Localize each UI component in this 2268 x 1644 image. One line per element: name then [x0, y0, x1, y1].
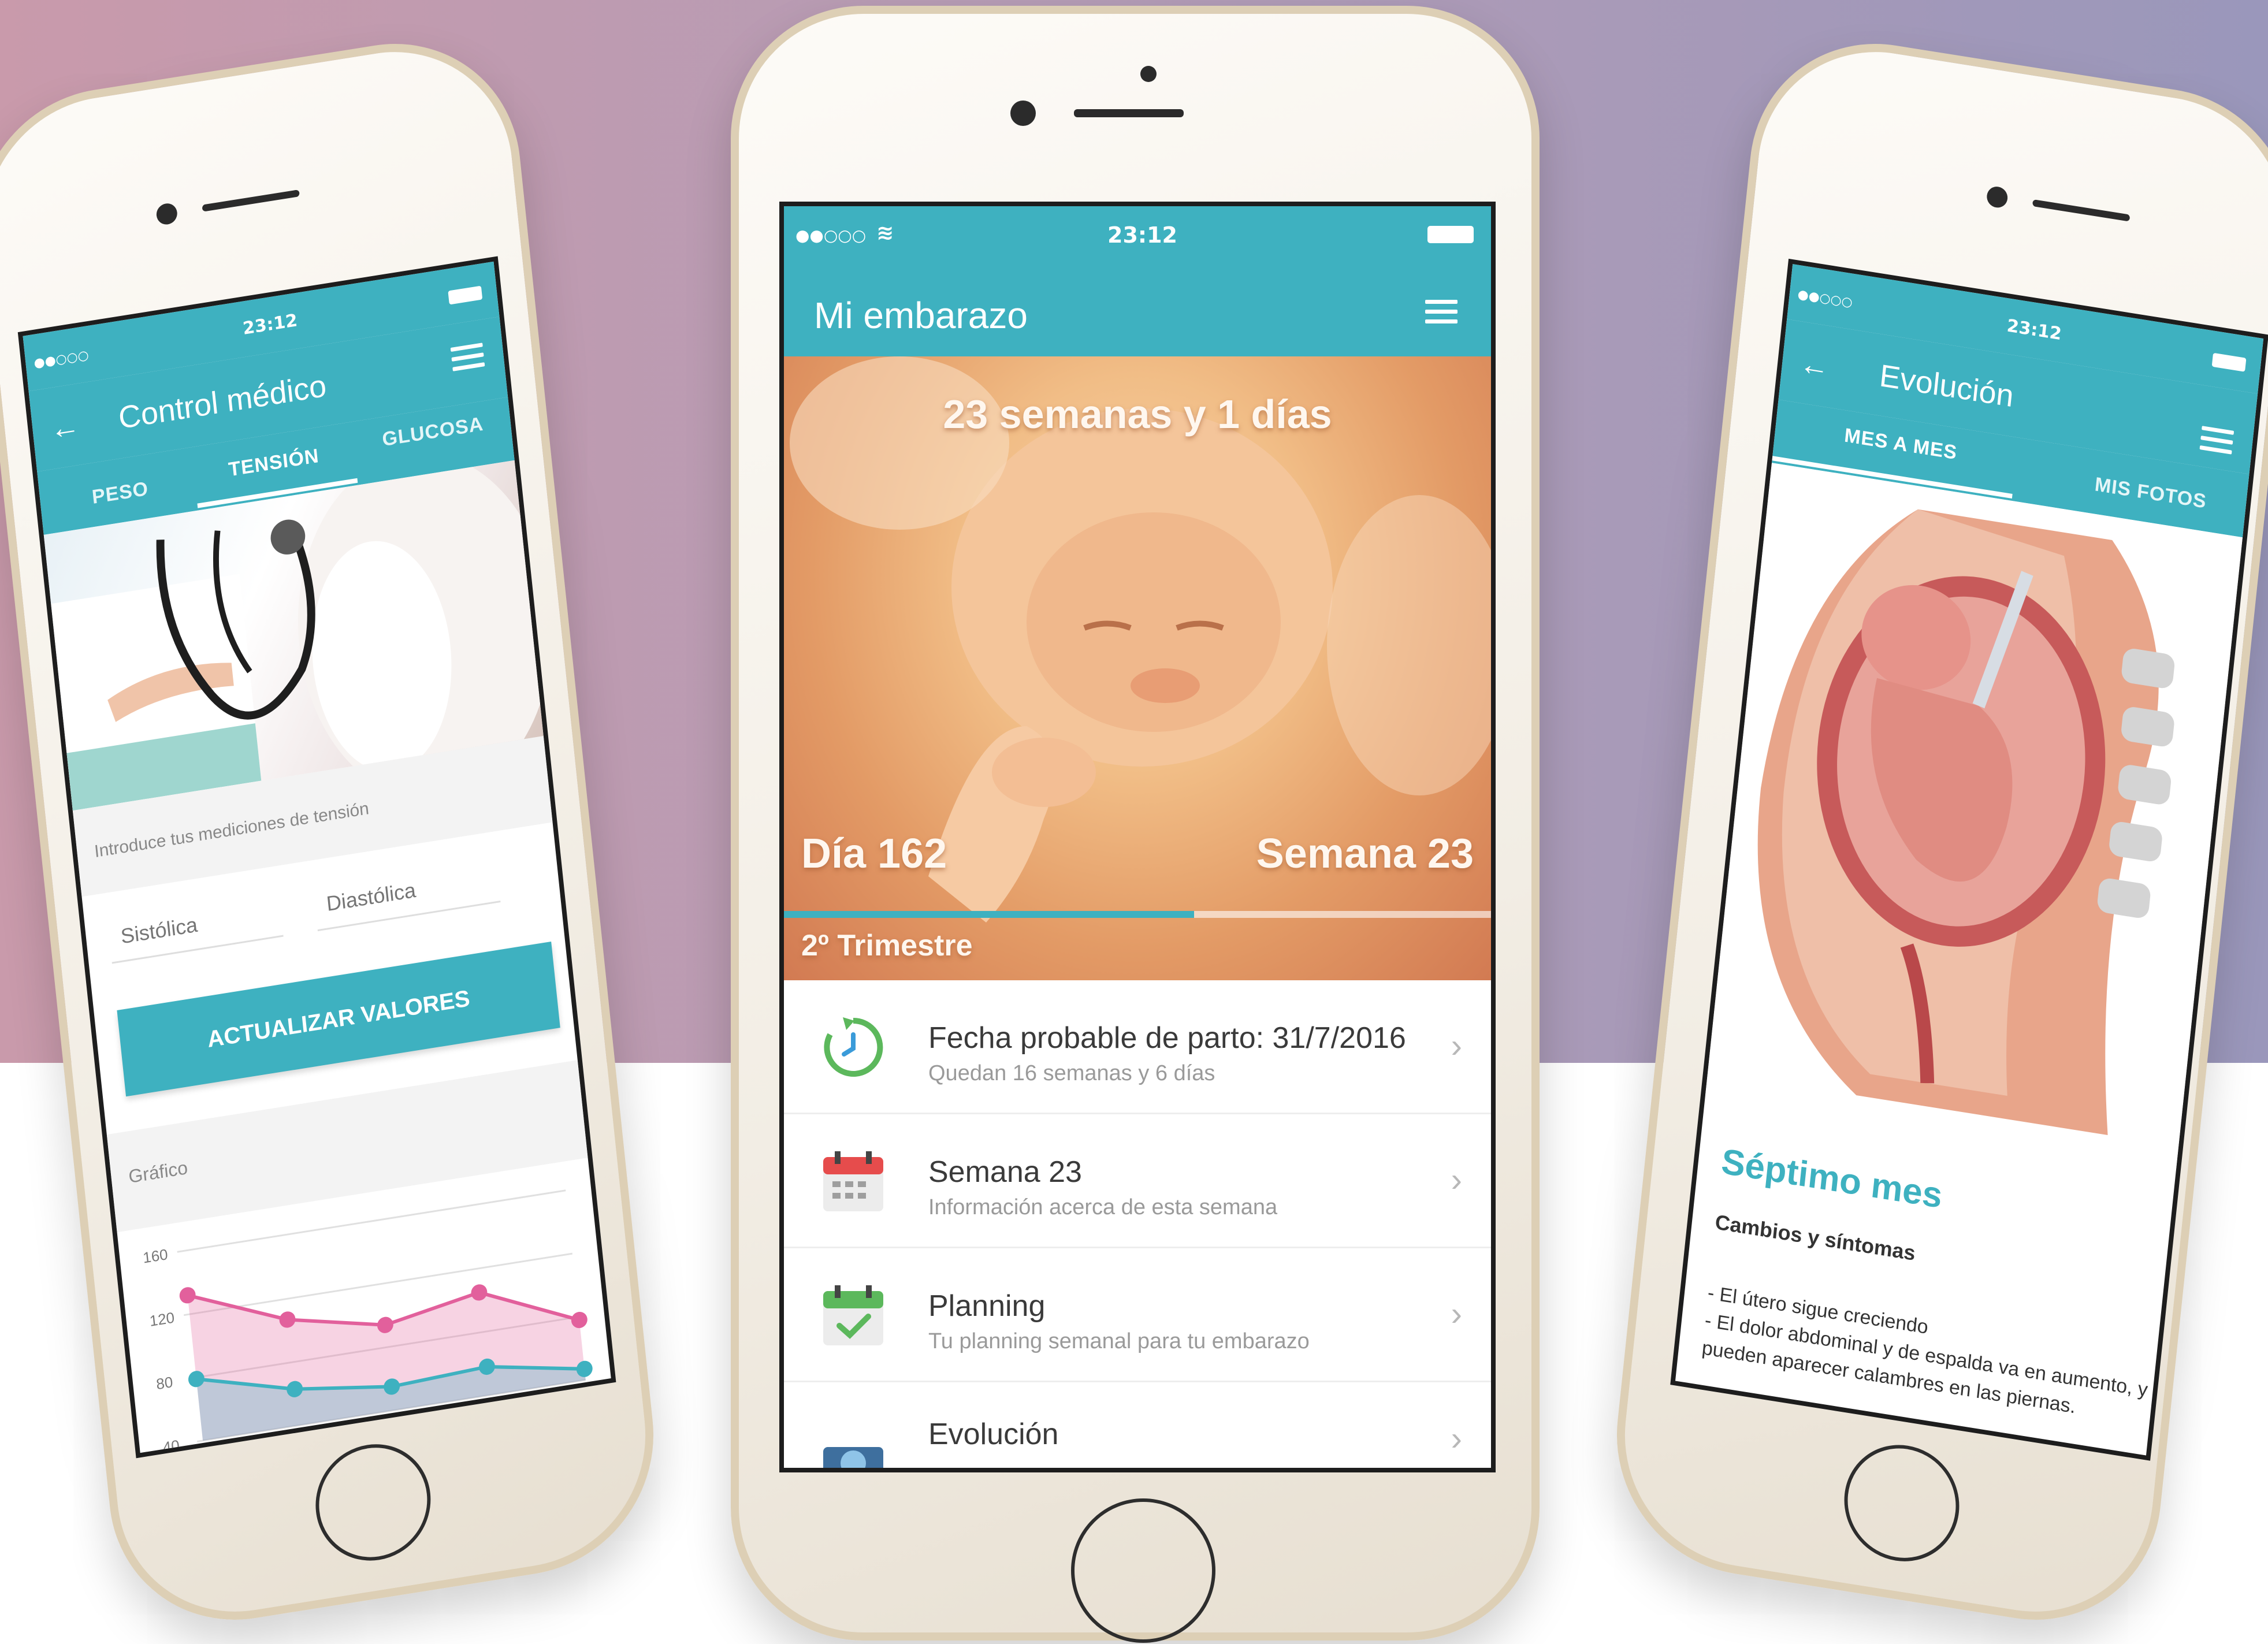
wifi-icon: ≋ — [876, 221, 894, 245]
trimester-label: 2º Trimestre — [801, 929, 973, 962]
list-item-subtitle: Información acerca de esta semana — [928, 1195, 1278, 1219]
day-counter: Día 162 — [801, 831, 947, 877]
camera-icon — [823, 1447, 883, 1468]
hamburger-icon[interactable] — [2199, 426, 2234, 456]
pregnancy-illustration — [1705, 463, 2243, 1170]
signal-indicator: ●●○○○ — [795, 226, 867, 245]
phone-center: ●●○○○ ≋ 23:12 Mi embarazo 23 semanas y 1… — [731, 6, 1540, 1643]
earpiece-speaker — [2032, 199, 2131, 222]
pregnancy-progress-fill — [784, 911, 1194, 918]
screen-mi-embarazo: ●●○○○ ≋ 23:12 Mi embarazo 23 semanas y 1… — [779, 202, 1496, 1472]
chevron-right-icon: › — [1451, 1295, 1462, 1333]
page-title: Control médico — [117, 368, 328, 436]
chevron-right-icon: › — [1451, 1420, 1462, 1457]
subheading: Cambios y síntomas — [1714, 1210, 1917, 1265]
measurement-prompt: Introduce tus mediciones de tensión — [93, 798, 370, 862]
systolic-input[interactable] — [118, 891, 283, 957]
earpiece-speaker — [202, 189, 300, 212]
page-title: Mi embarazo — [814, 295, 1028, 336]
week-counter: Semana 23 — [1256, 831, 1474, 877]
earpiece-speaker — [1074, 109, 1184, 117]
status-time: 23:12 — [1107, 222, 1177, 248]
home-button[interactable] — [310, 1435, 437, 1569]
page-title: Evolución — [1877, 358, 2016, 414]
y-tick-label: 120 — [148, 1308, 175, 1330]
weeks-days-headline: 23 semanas y 1 días — [943, 392, 1332, 437]
signal-indicator: ●●○○○ — [33, 348, 90, 371]
hamburger-icon[interactable] — [450, 343, 485, 373]
front-camera — [155, 202, 179, 226]
hamburger-icon[interactable] — [1425, 300, 1458, 325]
list-item-subtitle: Tu planning semanal para tu embarazo — [928, 1329, 1310, 1353]
battery-icon — [1427, 226, 1474, 243]
tab-mis-fotos[interactable]: MIS FOTOS — [2094, 473, 2207, 513]
home-button[interactable] — [1071, 1498, 1215, 1643]
calendar-icon — [823, 1151, 883, 1211]
battery-icon — [448, 285, 483, 305]
arrow-left-icon[interactable]: ← — [49, 408, 82, 447]
pregnancy-progress-track — [784, 911, 1491, 918]
list-item-title: Semana 23 — [928, 1155, 1082, 1189]
front-camera — [1010, 101, 1036, 126]
y-tick-label: 40 — [162, 1436, 180, 1456]
battery-icon — [2211, 352, 2247, 372]
signal-indicator: ●●○○○ — [1797, 287, 1854, 310]
status-time: 23:12 — [2006, 315, 2063, 345]
list-item-planning[interactable]: Planning Tu planning semanal para tu emb… — [784, 1248, 1491, 1382]
list-item-subtitle: Quedan 16 semanas y 6 días — [928, 1061, 1215, 1085]
proximity-sensor — [1140, 66, 1157, 82]
status-time: 23:12 — [241, 310, 299, 339]
arrow-left-icon[interactable]: ← — [1798, 346, 1831, 385]
tab-tension[interactable]: TENSIÓN — [228, 445, 320, 482]
screen-evolucion: ●●○○○ 23:12 ← Evolución MES A MES MIS FO… — [1670, 258, 2268, 1461]
calendar-check-icon — [823, 1285, 883, 1345]
chart-title: Gráfico — [127, 1156, 189, 1187]
app-bar: Mi embarazo — [784, 264, 1491, 356]
tab-peso[interactable]: PESO — [91, 478, 149, 509]
list-item-title: Fecha probable de parto: 31/7/2016 — [928, 1021, 1406, 1055]
status-bar: ●●○○○ ≋ 23:12 — [784, 206, 1491, 264]
list-item-title: Planning — [928, 1289, 1046, 1323]
home-button[interactable] — [1838, 1437, 1965, 1570]
list-item-evolution[interactable]: Evolución › — [784, 1382, 1491, 1468]
clock-refresh-icon — [824, 1017, 883, 1077]
fetus-hero-image: 23 semanas y 1 días Día 162 Semana 23 2º… — [784, 356, 1491, 980]
tab-mes-a-mes[interactable]: MES A MES — [1843, 424, 1958, 464]
list-item-week[interactable]: Semana 23 Información acerca de esta sem… — [784, 1114, 1491, 1248]
section-title: Séptimo mes — [1719, 1141, 1944, 1217]
list-item-due-date[interactable]: Fecha probable de parto: 31/7/2016 Queda… — [784, 980, 1491, 1114]
front-camera — [1986, 185, 2009, 210]
y-tick-label: 80 — [155, 1373, 174, 1393]
screen-control-medico: ●●○○○ 23:12 ← Control médico PESO TENSIÓ… — [17, 256, 616, 1459]
y-tick-label: 160 — [142, 1245, 169, 1267]
list-item-title: Evolución — [928, 1418, 1059, 1451]
symptoms-list: - El útero sigue creciendo - El dolor ab… — [1701, 1279, 2155, 1432]
chevron-right-icon: › — [1451, 1027, 1462, 1065]
tab-glucosa[interactable]: GLUCOSA — [381, 413, 485, 452]
chevron-right-icon: › — [1451, 1161, 1462, 1199]
